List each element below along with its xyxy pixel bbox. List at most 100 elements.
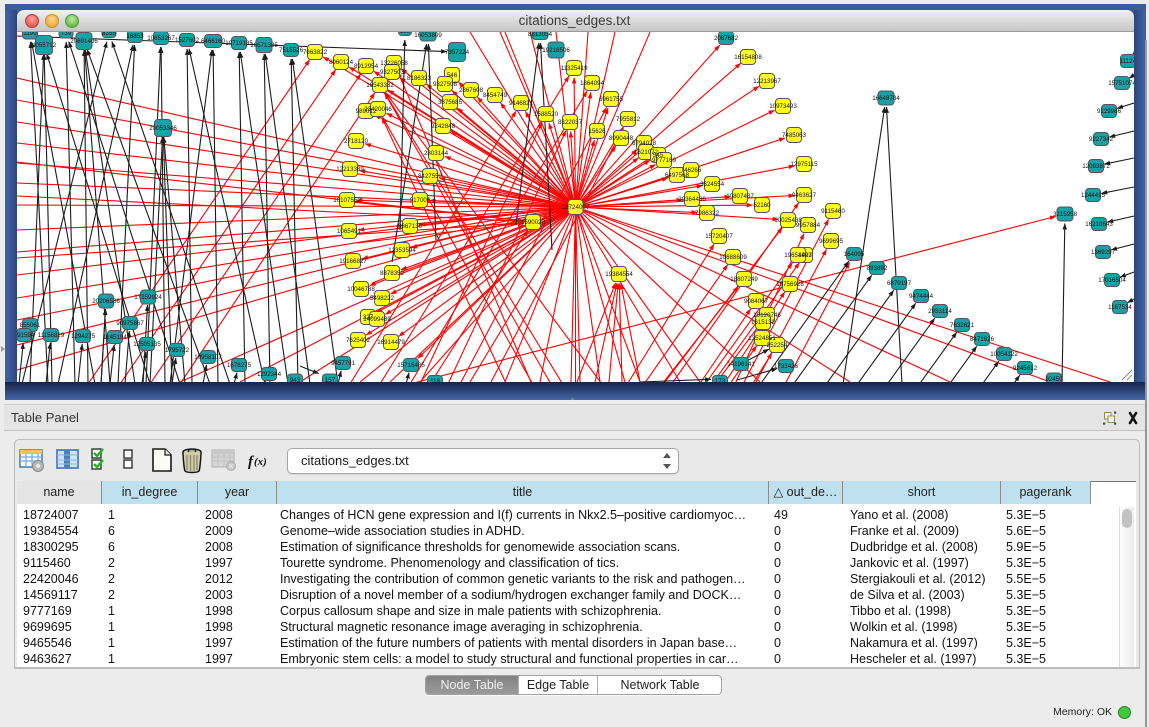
svg-text:4055712: 4055712 [32,42,57,49]
svg-text:8454749: 8454749 [483,92,508,99]
svg-text:9474444: 9474444 [909,293,934,300]
svg-text:11325419: 11325419 [560,65,588,72]
svg-text:18807249: 18807249 [730,276,758,283]
svg-text:13226058: 13226058 [380,60,408,67]
svg-text:9084067: 9084067 [744,298,769,305]
svg-text:1145194: 1145194 [103,334,127,341]
svg-text:855061: 855061 [20,322,41,329]
svg-text:8813054: 8813054 [528,32,553,38]
svg-text:13524851: 13524851 [748,335,776,342]
svg-text:19654923: 19654923 [784,252,812,259]
svg-text:16914479: 16914479 [377,339,405,346]
svg-text:546: 546 [447,72,458,79]
svg-text:15716485: 15716485 [397,362,425,369]
svg-text:8960124: 8960124 [329,59,354,66]
svg-text:20206536: 20206536 [92,298,120,305]
svg-text:7625402: 7625402 [346,337,371,344]
svg-text:12975115: 12975115 [790,161,818,168]
svg-text:1733426: 1733426 [774,363,799,370]
svg-text:2718120: 2718120 [344,138,369,145]
svg-text:1292344: 1292344 [257,371,282,378]
svg-text:62160: 62160 [753,202,771,209]
svg-text:19166827: 19166827 [339,258,367,265]
svg-text:1864094: 1864094 [580,80,605,87]
svg-text:10107552: 10107552 [333,197,361,204]
svg-text:9146821: 9146821 [509,100,534,107]
svg-text:739: 739 [61,32,72,37]
svg-text:917006: 917006 [410,197,431,204]
svg-text:20364436: 20364436 [678,196,706,203]
svg-text:252254: 252254 [767,342,788,349]
svg-text:6466160: 6466160 [201,38,226,45]
svg-text:2087682: 2087682 [714,35,739,42]
svg-text:2867608: 2867608 [459,87,484,94]
svg-text:12213967: 12213967 [753,78,781,85]
svg-text:391594: 391594 [17,332,35,339]
svg-text:5498222: 5498222 [370,295,395,302]
svg-text:10973493: 10973493 [769,103,797,110]
svg-text:10120746: 10120746 [753,312,781,319]
svg-text:2803144: 2803144 [424,150,449,157]
svg-text:9777169: 9777169 [652,157,677,164]
svg-text:10719185: 10719185 [225,40,253,47]
svg-text:8878352: 8878352 [380,270,405,277]
svg-text:16648784: 16648784 [872,95,900,102]
svg-text:10688609: 10688609 [719,254,747,261]
svg-text:17359924: 17359924 [134,294,162,301]
svg-text:6794028: 6794028 [632,140,657,147]
svg-text:92450: 92450 [1045,376,1063,382]
svg-text:173: 173 [715,378,726,382]
svg-text:9242848: 9242848 [431,123,456,130]
svg-text:15720407: 15720407 [705,233,733,240]
svg-text:8355: 8355 [102,32,116,37]
svg-text:1167534: 1167534 [1108,304,1132,311]
svg-text:157: 157 [325,377,336,382]
svg-text:1065491: 1065491 [337,228,362,235]
svg-text:10807487: 10807487 [726,193,754,200]
svg-text:2933114: 2933114 [928,308,952,315]
svg-text:17016504: 17016504 [1098,277,1126,284]
svg-text:1527602: 1527602 [175,37,200,44]
svg-text:10054122: 10054122 [990,351,1018,358]
svg-text:893892: 893892 [867,265,888,272]
svg-text:6961755: 6961755 [599,96,624,103]
svg-text:1590023: 1590023 [521,219,546,226]
svg-text:9699695: 9699695 [819,238,844,245]
svg-text:7986322: 7986322 [695,210,720,217]
svg-text:12505135: 12505135 [133,341,161,348]
svg-text:8867130: 8867130 [398,223,423,230]
svg-text:1294275: 1294275 [71,333,96,340]
svg-text:164095: 164095 [844,251,865,258]
svg-text:1588520: 1588520 [534,111,559,118]
svg-text:9227342: 9227342 [1089,136,1114,143]
svg-text:19218506: 19218506 [542,47,570,54]
svg-text:3624554: 3624554 [700,181,725,188]
svg-text:1795722: 1795722 [165,347,190,354]
svg-text:3215958: 3215958 [1053,211,1078,218]
svg-text:1190: 1190 [23,32,37,37]
svg-text:188: 188 [400,32,411,35]
svg-text:18724007: 18724007 [562,204,590,211]
svg-text:945: 945 [290,377,301,382]
svg-text:3875685: 3875685 [438,99,463,106]
svg-text:16154808: 16154808 [734,54,762,61]
svg-text:10046788: 10046788 [347,286,375,293]
svg-text:9957884: 9957884 [796,222,821,229]
svg-text:8471626: 8471626 [970,336,995,343]
svg-text:8322037: 8322037 [558,119,583,126]
svg-text:1369297: 1369297 [1091,249,1116,256]
svg-text:7632621: 7632621 [950,322,975,329]
svg-text:15751074: 15751074 [1108,80,1134,87]
svg-text:7955812: 7955812 [616,116,641,123]
svg-text:15626: 15626 [588,128,606,135]
svg-text:20053346: 20053346 [149,125,177,132]
svg-text:10653267: 10653267 [147,35,175,42]
svg-text:16543382: 16543382 [366,82,394,89]
svg-text:90975867: 90975867 [116,320,144,327]
svg-text:16671385: 16671385 [250,42,278,49]
svg-text:16853: 16853 [126,33,144,40]
svg-text:1244415: 1244415 [1081,192,1106,199]
svg-text:9327503: 9327503 [380,69,405,76]
svg-text:16053809: 16053809 [414,32,442,39]
svg-text:8427552: 8427552 [418,173,443,180]
